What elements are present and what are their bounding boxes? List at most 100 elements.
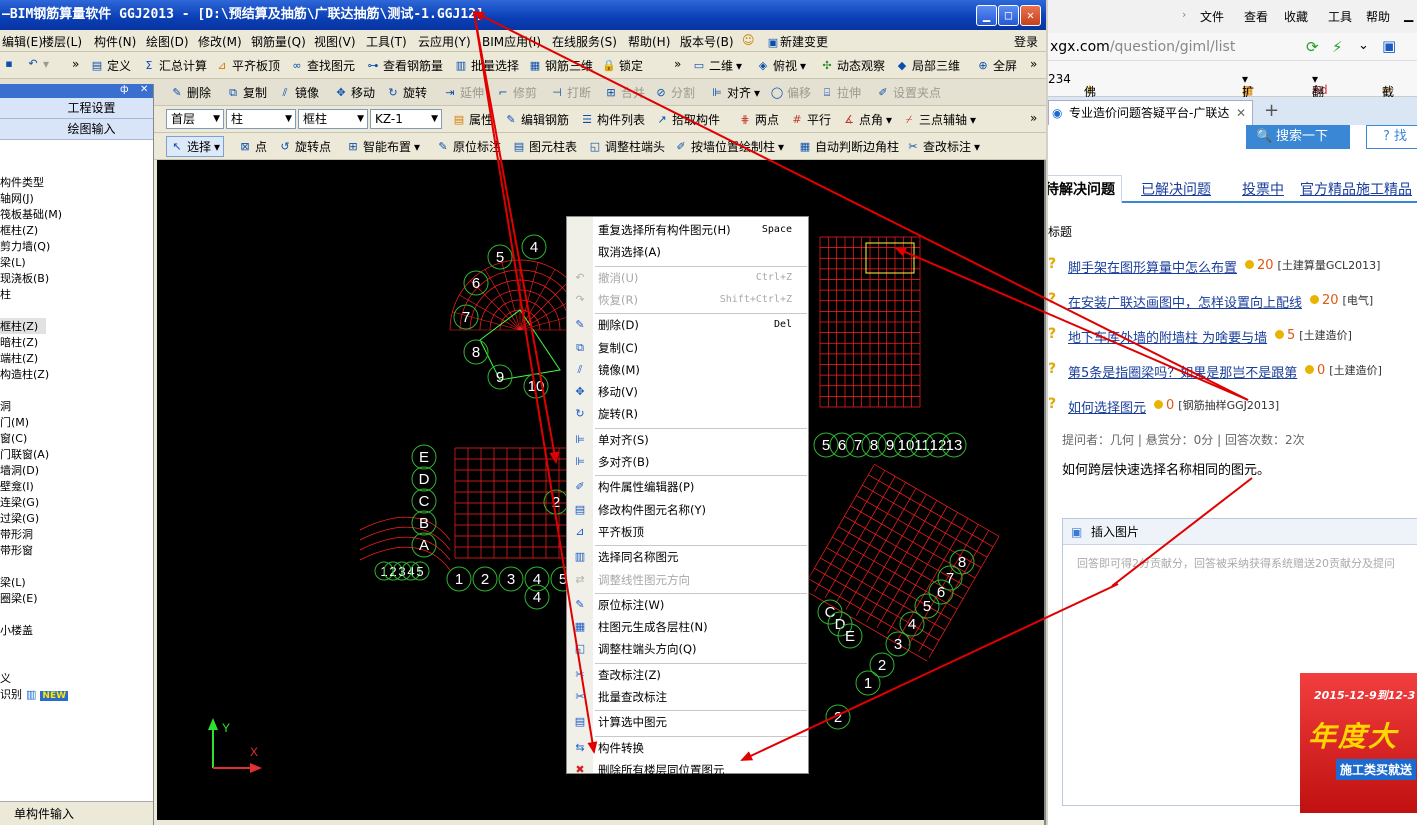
context-menu-item[interactable]: ⧉ 复制(C) (567, 338, 808, 358)
tree-item[interactable]: 义 (0, 670, 11, 686)
tab-construction[interactable]: 施工精品 (1356, 179, 1412, 199)
question-link[interactable]: 在安装广联达画图中，怎样设置向上配线 (1068, 292, 1302, 311)
trim-button[interactable]: ⌐ 修剪 (496, 84, 537, 101)
tree-item[interactable]: 小楼盖 (0, 622, 33, 638)
menu-modify[interactable]: 修改(M) (198, 33, 242, 50)
dynamic-view-button[interactable]: ✣ 动态观察 (820, 57, 885, 74)
tree-item[interactable]: 轴网(J) (0, 190, 34, 206)
tab-voting[interactable]: 投票中 (1242, 179, 1284, 199)
top-view-dropdown[interactable]: ◈ 俯视 ▾ (756, 57, 806, 74)
auto-edge-button[interactable]: ▦ 自动判断边角柱 (798, 138, 899, 155)
tree-item[interactable]: 构件类型 (0, 174, 44, 190)
rotate-point-button[interactable]: ↺ 旋转点 (278, 138, 331, 155)
context-menu-item[interactable]: ↻ 旋转(R) (567, 404, 808, 424)
sum-button[interactable]: Σ 汇总计算 (142, 57, 208, 74)
context-menu-item[interactable]: ↷ 恢复(R) Shift+Ctrl+Z (567, 290, 808, 310)
fav-extend[interactable]: ▦扩展 ▾ (1242, 72, 1254, 116)
tree-item[interactable]: 剪力墙(Q) (0, 238, 50, 254)
context-menu-item[interactable]: ✐ 构件属性编辑器(P) (567, 477, 808, 497)
tree-item[interactable]: 圈梁(E) (0, 590, 38, 606)
tree-item[interactable]: 暗柱(Z) (0, 334, 38, 350)
insert-image-button[interactable]: 插入图片 (1091, 525, 1139, 539)
tree-item[interactable]: 门联窗(A) (0, 446, 49, 462)
set-pinch-button[interactable]: ✐ 设置夹点 (876, 84, 941, 101)
tree-item[interactable]: 筏板基础(M) (0, 206, 62, 222)
toolbar-overflow-icon[interactable]: » (72, 57, 79, 71)
lightning-icon[interactable]: ⚡ (1332, 38, 1343, 56)
toolbar-overflow-icon-3[interactable]: » (1030, 57, 1037, 71)
properties-button[interactable]: ▤ 属性 (452, 111, 493, 128)
close-button[interactable]: ✕ (1020, 5, 1041, 26)
find-element-button[interactable]: ∞ 查找图元 (290, 57, 355, 74)
drawing-input-button[interactable]: 绘图输入 (0, 119, 153, 140)
context-menu-item[interactable]: ⊫ 多对齐(B) (567, 452, 808, 472)
menu-cloud[interactable]: 云应用(Y) (418, 33, 471, 50)
tree-item[interactable]: 墙洞(D) (0, 462, 39, 478)
context-menu-item[interactable]: ⇆ 构件转换 (567, 738, 808, 758)
tree-item[interactable]: 框柱(Z) (0, 318, 47, 334)
question-link[interactable]: 第5条是指圈梁吗？如果是那岂不是跟第 (1068, 362, 1297, 381)
tree-item[interactable]: 现浇板(B) (0, 270, 49, 286)
mirror-button[interactable]: ⫽ 镜像 (278, 84, 319, 101)
refresh-icon[interactable]: ⟳ (1306, 38, 1319, 56)
tree-item[interactable]: 带形洞 (0, 526, 33, 542)
local-3d-button[interactable]: ◆ 局部三维 (895, 57, 960, 74)
url-text[interactable]: xgx.com/question/giml/list (1050, 39, 1235, 55)
tree-item[interactable]: 带形窗 (0, 542, 33, 558)
context-menu-item[interactable]: ✥ 移动(V) (567, 382, 808, 402)
check-mark-dropdown[interactable]: ✂ 查改标注 ▾ (906, 138, 980, 155)
draw-by-wall-dropdown[interactable]: ✐ 按墙位置绘制柱 ▾ (674, 138, 784, 155)
project-settings-button[interactable]: 工程设置 (0, 98, 153, 119)
view-2d-dropdown[interactable]: ▭ 二维 ▾ (692, 57, 742, 74)
align-dropdown[interactable]: ⊫ 对齐 ▾ (710, 84, 760, 101)
tree-item[interactable]: 识别 ▥ NEW (0, 686, 69, 702)
tab-active[interactable]: ◉ 专业造价问题答疑平台-广联达 ✕ (1048, 100, 1253, 126)
fullscreen-button[interactable]: ⊕ 全屏 (976, 57, 1017, 74)
context-menu-item[interactable]: ▤ 计算选中图元 (567, 712, 808, 732)
menu-rebar-qty[interactable]: 钢筋量(Q) (251, 33, 306, 50)
panel-close-icon[interactable]: ✕ (140, 84, 148, 95)
tree-item[interactable]: 梁(L) (0, 254, 26, 270)
context-menu-item[interactable]: ⫽ 镜像(M) (567, 360, 808, 380)
emoji-icon[interactable]: ☺ (742, 33, 755, 47)
tab-solved[interactable]: 已解决问题 (1141, 179, 1211, 199)
context-menu-item[interactable]: ▦ 柱图元生成各层柱(N) (567, 617, 808, 637)
context-menu-item[interactable]: ✎ 原位标注(W) (567, 595, 808, 615)
browser-menu-view[interactable]: 查看 (1244, 8, 1268, 25)
extension-icon[interactable]: ▣ (1382, 37, 1396, 55)
help-button[interactable]: ? 找 (1366, 125, 1417, 149)
title-bar[interactable]: —BIM钢筋算量软件 GGJ2013 - [D:\预结算及抽筋\广联达抽筋\测试… (0, 0, 1046, 30)
move-button[interactable]: ✥ 移动 (334, 84, 375, 101)
promo-banner[interactable]: 2015-12-9到12-3 年度大 施工类买就送 (1300, 673, 1417, 813)
context-menu-item[interactable]: ⊫ 单对齐(S) (567, 430, 808, 450)
tab-unsolved[interactable]: 待解决问题 (1048, 175, 1122, 204)
tree-item[interactable]: 构造柱(Z) (0, 366, 49, 382)
context-menu-item[interactable]: 取消选择(A) (567, 242, 808, 262)
select-dropdown[interactable]: ↖ 选择 ▾ (166, 136, 225, 157)
offset-button[interactable]: ◯ 偏移 (770, 84, 811, 101)
tree-item[interactable]: 梁(L) (0, 574, 26, 590)
tree-item[interactable]: 门(M) (0, 414, 29, 430)
menu-new-change[interactable]: ▣ 新建变更 (766, 33, 828, 50)
maximize-button[interactable]: □ (998, 5, 1019, 26)
delete-button[interactable]: ✎ 删除 (170, 84, 211, 101)
question-link[interactable]: 脚手架在图形算量中怎么布置 (1068, 257, 1237, 276)
login-link[interactable]: 登录 (1014, 33, 1038, 50)
element-list-button[interactable]: ☰ 构件列表 (580, 111, 645, 128)
menu-edit[interactable]: 编辑(E) (2, 33, 43, 50)
merge-button[interactable]: ⊞ 合并 (604, 84, 645, 101)
rotate-button[interactable]: ↻ 旋转 (386, 84, 427, 101)
browser-menu-fav[interactable]: 收藏 (1284, 8, 1308, 25)
component-name-select[interactable]: KZ-1 ▼ (370, 109, 442, 129)
parallel-button[interactable]: # 平行 (790, 111, 831, 128)
point-angle-dropdown[interactable]: ∡ 点角 ▾ (842, 111, 892, 128)
context-menu-item[interactable]: ↶ 撤消(U) Ctrl+Z (567, 268, 808, 288)
view-rebar-button[interactable]: ⊶ 查看钢筋量 (366, 57, 444, 74)
extend-button[interactable]: ⇥ 延伸 (443, 84, 484, 101)
menu-bim[interactable]: BIM应用(I) (482, 33, 541, 50)
three-point-axis-dropdown[interactable]: ⌿ 三点辅轴 ▾ (902, 111, 976, 128)
context-menu-item[interactable]: ⇄ 调整线性图元方向 (567, 570, 808, 590)
toolbar-overflow-icon-2[interactable]: » (674, 57, 681, 71)
tab-close-icon[interactable]: ✕ (1236, 101, 1246, 125)
context-menu-item[interactable]: ▥ 选择同名称图元 (567, 547, 808, 567)
